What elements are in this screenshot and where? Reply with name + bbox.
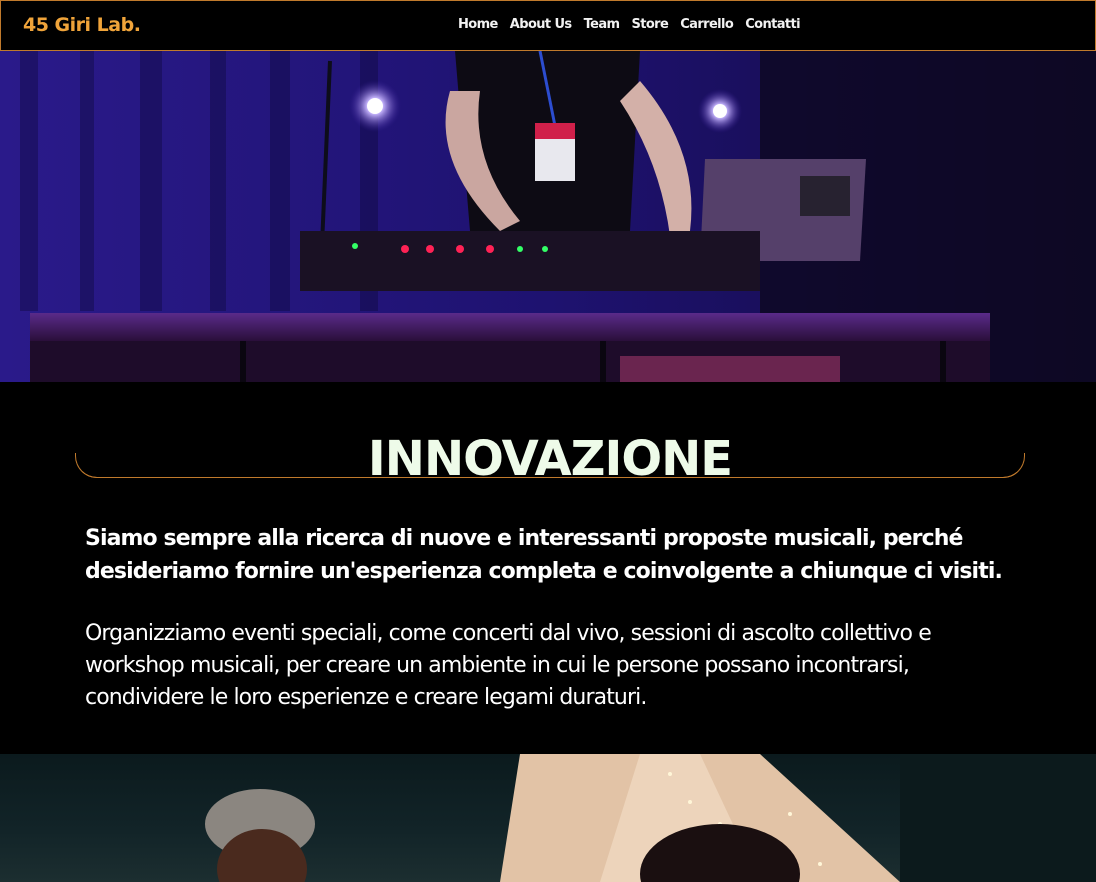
nav-links: Home About Us Team Store Carrello Contat… bbox=[458, 17, 801, 32]
section-title-box: INNOVAZIONE bbox=[75, 382, 1025, 487]
section-body-text: Organizziamo eventi speciali, come conce… bbox=[85, 621, 932, 710]
hero-image-tent bbox=[0, 754, 1096, 882]
nav-link-contatti[interactable]: Contatti bbox=[745, 17, 800, 32]
navbar: 45 Giri Lab. Home About Us Team Store Ca… bbox=[0, 0, 1096, 51]
nav-link-team[interactable]: Team bbox=[584, 17, 620, 32]
nav-link-home[interactable]: Home bbox=[458, 17, 498, 32]
innovazione-section: INNOVAZIONE Siamo sempre alla ricerca di… bbox=[0, 382, 1096, 754]
nav-link-carrello[interactable]: Carrello bbox=[680, 17, 734, 32]
hero-image-dj-stage bbox=[0, 51, 1096, 382]
page: 45 Giri Lab. Home About Us Team Store Ca… bbox=[0, 0, 1096, 882]
tent-people-photo bbox=[205, 754, 1096, 882]
section-title: INNOVAZIONE bbox=[367, 431, 733, 488]
nav-link-store[interactable]: Store bbox=[631, 17, 668, 32]
nav-link-about-us[interactable]: About Us bbox=[510, 17, 572, 32]
dj-stage-photo bbox=[0, 51, 1096, 382]
section-lead-text: Siamo sempre alla ricerca di nuove e int… bbox=[85, 526, 1003, 584]
brand-logo-link[interactable]: 45 Giri Lab. bbox=[23, 14, 141, 36]
